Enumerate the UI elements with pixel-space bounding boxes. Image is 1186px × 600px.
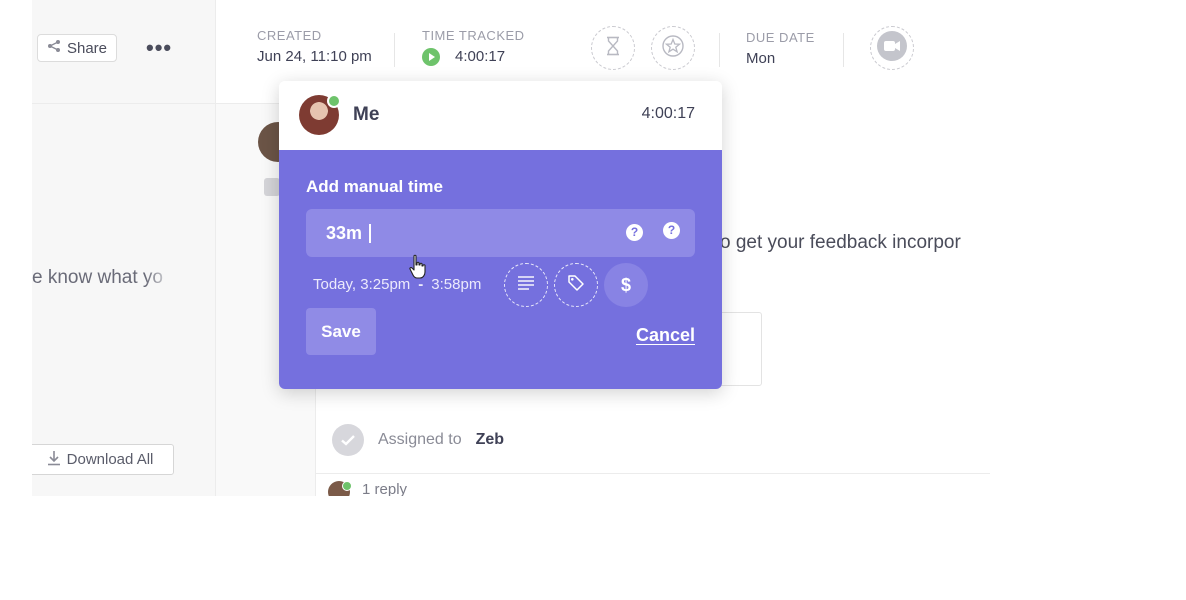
play-icon[interactable]: [422, 48, 440, 66]
avatar: [299, 94, 341, 135]
share-icon: [47, 39, 61, 57]
avatar: [328, 481, 352, 496]
comment-text: o get your feedback incorpor: [720, 232, 961, 253]
divider: [315, 473, 990, 474]
manual-time-form: Add manual time 33m ? ? Today, 3:25pm - …: [279, 150, 722, 389]
time-tracked-label: TIME TRACKED: [422, 28, 525, 43]
assigned-row: Assigned to Zeb: [332, 424, 504, 456]
text-caret: [369, 224, 371, 243]
created-label: CREATED: [257, 28, 322, 43]
user-total-time: 4:00:17: [641, 105, 695, 122]
divider: [394, 33, 395, 67]
user-name: Me: [353, 104, 380, 125]
download-icon: [47, 450, 61, 470]
time-tracked-value[interactable]: 4:00:17: [455, 48, 505, 65]
video-record-button[interactable]: [870, 26, 914, 70]
reply-count[interactable]: 1 reply: [362, 481, 407, 496]
created-value: Jun 24, 11:10 pm: [257, 48, 372, 65]
online-indicator: [327, 94, 341, 108]
assigned-prefix: Assigned to: [378, 431, 462, 448]
manual-time-value[interactable]: 33m: [326, 223, 362, 244]
notes-icon: [517, 275, 535, 296]
left-topbar: Share •••: [32, 0, 215, 104]
range-start[interactable]: Today, 3:25pm: [313, 276, 410, 293]
sprint-points-button[interactable]: [651, 26, 695, 70]
download-all-label: Download All: [66, 451, 154, 468]
hand-cursor-icon: [408, 254, 428, 280]
left-panel: Share ••• e know what yo Download All: [32, 0, 216, 496]
divider: [719, 33, 720, 67]
like-icon[interactable]: [264, 178, 280, 196]
cancel-link[interactable]: Cancel: [636, 325, 695, 346]
add-tags-button[interactable]: [554, 263, 598, 307]
star-icon: [662, 34, 684, 62]
time-range[interactable]: Today, 3:25pm - 3:58pm: [313, 276, 481, 293]
description-snippet: e know what yo: [32, 267, 163, 288]
more-options-button[interactable]: •••: [146, 36, 176, 60]
share-button[interactable]: Share: [37, 34, 117, 62]
video-camera-icon: [876, 30, 908, 67]
range-end[interactable]: 3:58pm: [431, 276, 481, 293]
billable-toggle[interactable]: $: [604, 263, 648, 307]
tag-icon: [566, 273, 586, 298]
add-notes-button[interactable]: [504, 263, 548, 307]
question-icon[interactable]: ?: [626, 224, 643, 241]
reply-row[interactable]: 1 reply: [328, 481, 407, 496]
dollar-icon: $: [620, 274, 631, 295]
time-tracking-popup: Me 4:00:17 Add manual time 33m ? ? Today…: [279, 81, 722, 389]
share-label: Share: [66, 39, 108, 57]
section-title: Add manual time: [306, 177, 443, 196]
time-estimate-button[interactable]: [591, 26, 635, 70]
due-date-label: DUE DATE: [746, 30, 815, 45]
hourglass-icon: [605, 36, 621, 61]
download-all-button[interactable]: Download All: [32, 444, 174, 475]
save-button[interactable]: Save: [306, 308, 376, 355]
divider: [843, 33, 844, 67]
manual-time-input[interactable]: 33m ? ?: [306, 209, 695, 257]
popup-user-row: Me 4:00:17: [279, 81, 722, 150]
check-icon: [332, 424, 364, 456]
question-icon[interactable]: ?: [663, 222, 680, 239]
assignee-name: Zeb: [475, 431, 505, 448]
due-date-value[interactable]: Mon: [746, 50, 775, 67]
